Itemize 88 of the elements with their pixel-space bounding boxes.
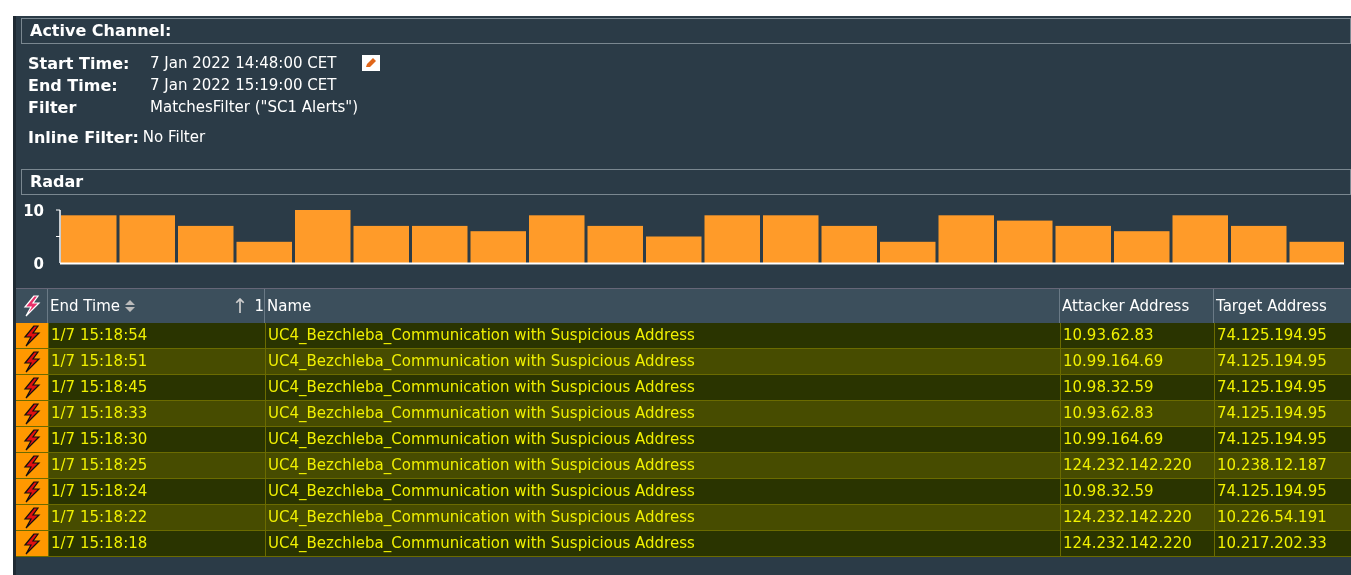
- chart-bar: [295, 210, 351, 263]
- table-cell: UC4_Bezchleba_Communication with Suspicious Address: [265, 349, 1060, 374]
- chart-bar: [997, 220, 1053, 263]
- chart-bar: [1289, 241, 1344, 263]
- table-cell: 124.232.142.220: [1060, 505, 1214, 530]
- table-cell: 10.93.62.83: [1060, 323, 1214, 348]
- table-cell: 74.125.194.95: [1214, 479, 1351, 504]
- chart-bar: [1231, 225, 1287, 263]
- chart-bar: [1114, 231, 1170, 263]
- chart-bar: [821, 225, 877, 263]
- field-label: Filter: [28, 97, 78, 117]
- lightning-icon: [21, 532, 43, 555]
- sort-rank: 1: [254, 297, 264, 315]
- chart-bar: [1055, 225, 1111, 263]
- lightning-icon: [21, 454, 43, 477]
- lightning-icon: [21, 480, 43, 503]
- table-cell: 1/7 15:18:24: [48, 479, 265, 504]
- table-cell: UC4_Bezchleba_Communication with Suspicious Address: [265, 427, 1060, 452]
- field-value: No Filter: [142, 128, 206, 146]
- column-header[interactable]: Target Address: [1216, 297, 1327, 315]
- table-cell: 1/7 15:18:45: [48, 375, 265, 400]
- chart-bar: [470, 231, 526, 263]
- section-header: Active Channel:: [21, 18, 1351, 44]
- table-cell: 74.125.194.95: [1214, 401, 1351, 426]
- table-cell: 10.98.32.59: [1060, 375, 1214, 400]
- table-cell: 74.125.194.95: [1214, 375, 1351, 400]
- sort-arrow: ↑: [231, 294, 249, 318]
- lightning-icon: [21, 324, 43, 347]
- chart-bar: [880, 241, 936, 263]
- table-cell: UC4_Bezchleba_Communication with Suspicious Address: [265, 453, 1060, 478]
- chart-bar: [119, 215, 175, 263]
- table-cell: 10.93.62.83: [1060, 401, 1214, 426]
- section-header: Radar: [21, 169, 1351, 195]
- lightning-icon: [21, 506, 43, 529]
- table-cell: 124.232.142.220: [1060, 453, 1214, 478]
- chart-bar: [412, 225, 468, 263]
- axis-tick-label: 10: [23, 202, 44, 220]
- sort-icon[interactable]: [124, 298, 136, 314]
- field-value: 7 Jan 2022 15:19:00 CET: [150, 76, 337, 94]
- field-value: 7 Jan 2022 14:48:00 CET: [150, 54, 337, 72]
- y-axis: [55, 209, 61, 264]
- field-label: End Time:: [28, 75, 119, 95]
- chart-bar: [178, 225, 234, 263]
- table-cell: 1/7 15:18:30: [48, 427, 265, 452]
- chart-bar: [763, 215, 819, 263]
- lightning-icon: [21, 428, 43, 451]
- table-cell: 10.217.202.33: [1214, 531, 1351, 556]
- lightning-icon: [21, 402, 43, 425]
- axis-tick-label: 0: [33, 255, 44, 273]
- chart-bar: [1172, 215, 1228, 263]
- pencil-icon[interactable]: [362, 55, 381, 71]
- table-cell: 1/7 15:18:51: [48, 349, 265, 374]
- column-header[interactable]: End Time: [50, 297, 120, 315]
- chart-bar: [353, 225, 409, 263]
- table-cell: 10.98.32.59: [1060, 479, 1214, 504]
- chart-bar: [704, 215, 760, 263]
- table-cell: UC4_Bezchleba_Communication with Suspicious Address: [265, 323, 1060, 348]
- field-value: MatchesFilter ("SC1 Alerts"): [150, 98, 359, 116]
- field-label: Start Time:: [28, 53, 131, 73]
- table-cell: 74.125.194.95: [1214, 323, 1351, 348]
- table-cell: UC4_Bezchleba_Communication with Suspicious Address: [265, 375, 1060, 400]
- table-cell: UC4_Bezchleba_Communication with Suspicious Address: [265, 505, 1060, 530]
- lightning-icon: [21, 350, 43, 373]
- table-cell: 10.226.54.191: [1214, 505, 1351, 530]
- table-cell: 10.238.12.187: [1214, 453, 1351, 478]
- chart-bar: [646, 236, 702, 263]
- table-cell: 1/7 15:18:18: [48, 531, 265, 556]
- table-cell: 1/7 15:18:22: [48, 505, 265, 530]
- table-cell: 74.125.194.95: [1214, 427, 1351, 452]
- table-cell: UC4_Bezchleba_Communication with Suspicious Address: [265, 479, 1060, 504]
- table-cell: 1/7 15:18:33: [48, 401, 265, 426]
- table-cell: 1/7 15:18:54: [48, 323, 265, 348]
- chart-bar: [587, 225, 643, 263]
- column-header[interactable]: Attacker Address: [1062, 297, 1190, 315]
- chart-bar: [61, 215, 117, 263]
- table-cell: 74.125.194.95: [1214, 349, 1351, 374]
- chart-bar: [529, 215, 585, 263]
- table-cell: 1/7 15:18:25: [48, 453, 265, 478]
- table-cell: 124.232.142.220: [1060, 531, 1214, 556]
- chart-bar: [938, 215, 994, 263]
- chart-bar: [236, 241, 292, 263]
- table-cell: 10.99.164.69: [1060, 349, 1214, 374]
- column-header[interactable]: Name: [267, 297, 312, 315]
- lightning-icon: [21, 376, 43, 399]
- table-cell: UC4_Bezchleba_Communication with Suspicious Address: [265, 531, 1060, 556]
- table-cell: 10.99.164.69: [1060, 427, 1214, 452]
- table-cell: UC4_Bezchleba_Communication with Suspicious Address: [265, 401, 1060, 426]
- field-label: Inline Filter:: [28, 127, 139, 147]
